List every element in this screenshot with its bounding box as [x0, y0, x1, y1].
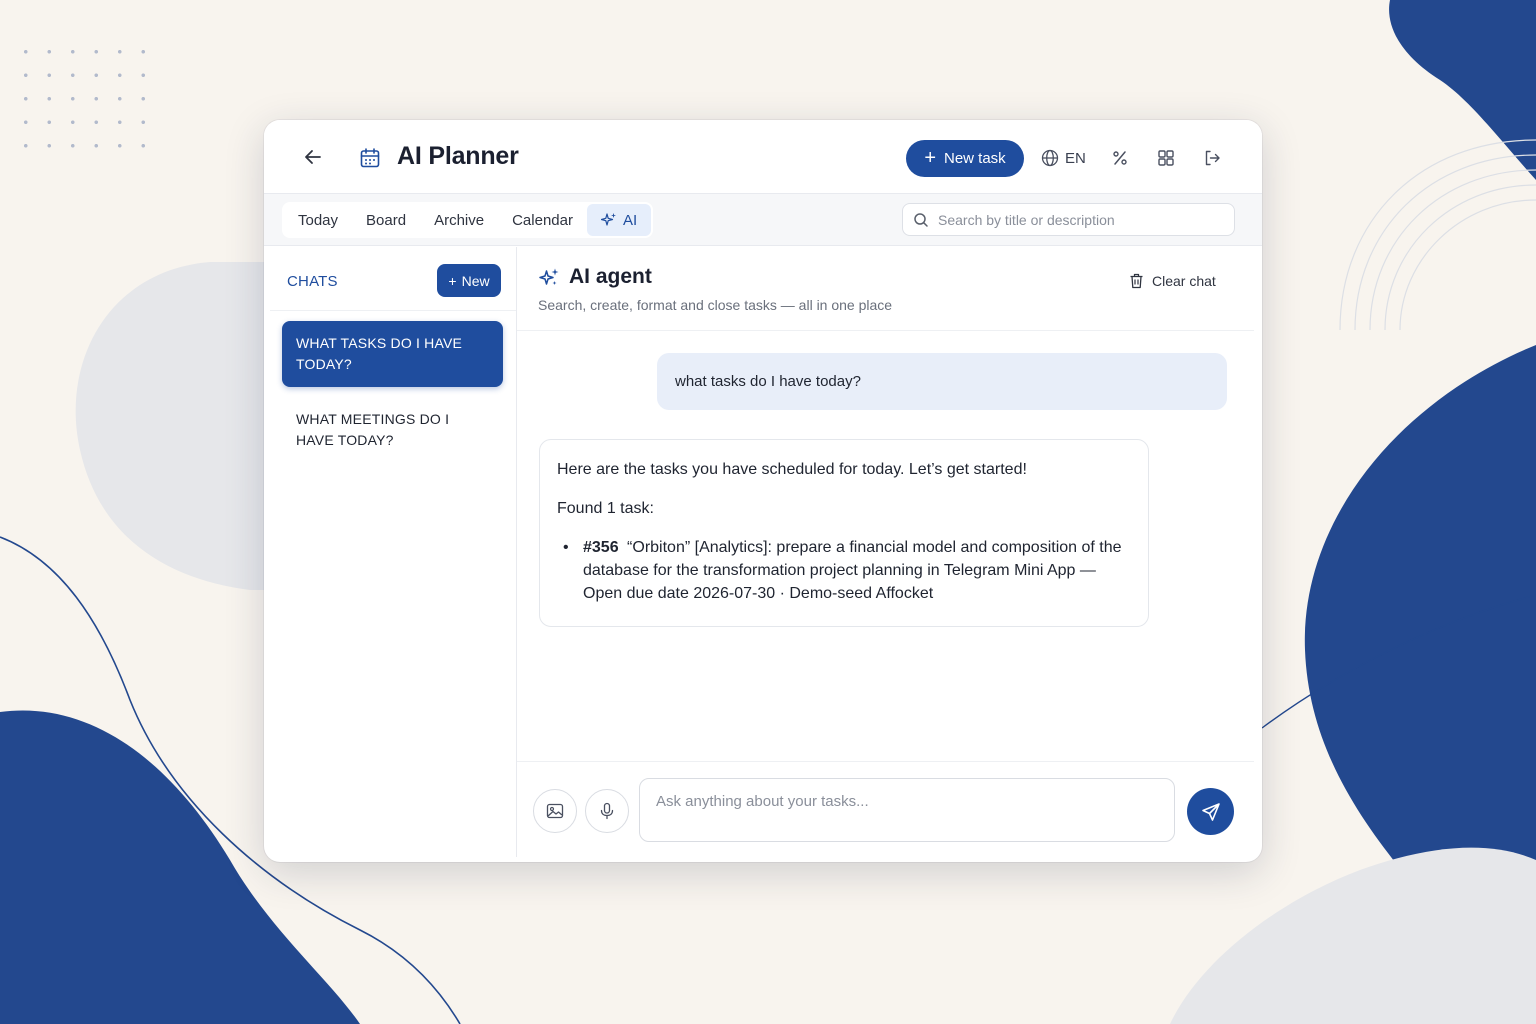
search-box	[902, 203, 1235, 236]
chat-panel: AI agent Search, create, format and clos…	[517, 247, 1254, 857]
user-message: what tasks do I have today?	[657, 353, 1227, 410]
tab-ai[interactable]: AI	[586, 204, 652, 236]
tab-archive[interactable]: Archive	[420, 204, 498, 236]
new-task-button[interactable]: + New task	[906, 140, 1024, 177]
dot-grid-decoration	[14, 40, 154, 150]
tab-calendar[interactable]: Calendar	[498, 204, 587, 236]
app-title: AI Planner	[397, 142, 519, 170]
language-selector[interactable]: EN	[1041, 146, 1086, 170]
search-icon	[914, 212, 928, 227]
voice-input-button[interactable]	[585, 789, 629, 833]
clear-chat-label: Clear chat	[1152, 273, 1216, 289]
language-label: EN	[1065, 149, 1086, 167]
grid-icon	[1158, 150, 1174, 166]
percent-button[interactable]	[1108, 146, 1132, 170]
new-chat-label: New	[461, 272, 490, 289]
chats-sidebar: CHATS + New WHAT TASKS DO I HAVE TODAY? …	[270, 247, 517, 857]
logout-icon	[1205, 150, 1220, 166]
globe-icon	[1041, 149, 1059, 167]
microphone-icon	[600, 802, 614, 820]
ai-message: Here are the tasks you have scheduled fo…	[539, 439, 1149, 627]
new-task-label: New task	[944, 150, 1006, 167]
task-text: “Orbiton” [Analytics]: prepare a financi…	[583, 539, 1122, 602]
task-id: #356	[583, 539, 619, 556]
tab-board[interactable]: Board	[352, 204, 420, 236]
tab-today[interactable]: Today	[284, 204, 352, 236]
sidebar-header: CHATS + New	[270, 247, 516, 311]
nav-row: Today Board Archive Calendar AI	[264, 194, 1262, 246]
percent-icon	[1113, 151, 1127, 165]
send-button[interactable]	[1187, 788, 1234, 835]
arrow-left-icon	[305, 150, 321, 164]
chat-item[interactable]: WHAT MEETINGS DO I HAVE TODAY?	[282, 397, 503, 463]
message-input[interactable]	[639, 778, 1175, 842]
trash-icon	[1130, 273, 1143, 289]
sparkles-icon	[600, 213, 616, 226]
logout-button[interactable]	[1200, 146, 1224, 170]
tab-bar: Today Board Archive Calendar AI	[282, 202, 654, 238]
ai-message-count: Found 1 task:	[557, 500, 654, 517]
agent-title: AI agent	[569, 265, 652, 288]
send-icon	[1201, 802, 1220, 821]
plus-icon: +	[924, 146, 936, 169]
agent-header: AI agent Search, create, format and clos…	[517, 247, 1254, 331]
image-icon	[546, 803, 564, 819]
top-bar: AI Planner + New task EN	[264, 120, 1262, 194]
ai-message-intro: Here are the tasks you have scheduled fo…	[557, 461, 1027, 478]
new-chat-button[interactable]: + New	[437, 264, 501, 297]
sparkles-icon	[539, 268, 559, 285]
user-message-text: what tasks do I have today?	[675, 373, 861, 390]
chats-heading: CHATS	[287, 273, 338, 290]
task-list-item: #356 “Orbiton” [Analytics]: prepare a fi…	[563, 536, 1131, 605]
agent-subtitle: Search, create, format and close tasks —…	[538, 297, 893, 313]
chat-item[interactable]: WHAT TASKS DO I HAVE TODAY?	[282, 321, 503, 387]
apps-button[interactable]	[1154, 146, 1178, 170]
composer	[517, 761, 1254, 857]
tab-ai-label: AI	[622, 211, 638, 229]
calendar-icon	[360, 148, 380, 168]
attach-image-button[interactable]	[533, 789, 577, 833]
chat-list: WHAT TASKS DO I HAVE TODAY? WHAT MEETING…	[282, 321, 503, 473]
back-button[interactable]	[300, 144, 326, 170]
search-input[interactable]	[938, 211, 1218, 228]
task-list: #356 “Orbiton” [Analytics]: prepare a fi…	[557, 536, 1131, 605]
plus-icon: +	[448, 272, 457, 289]
app-window: AI Planner + New task EN Today Board Arc…	[264, 120, 1262, 862]
clear-chat-button[interactable]: Clear chat	[1129, 271, 1216, 291]
